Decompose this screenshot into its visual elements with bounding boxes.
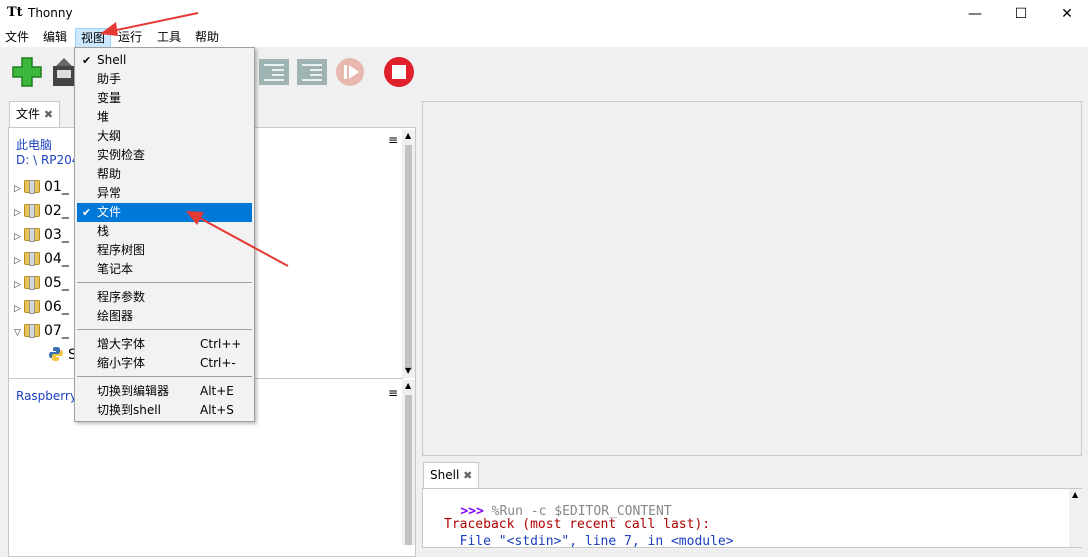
minimize-icon: — bbox=[968, 5, 982, 22]
expand-icon[interactable]: ▷ bbox=[14, 201, 24, 225]
menu-icon-lower[interactable]: ≡ bbox=[388, 386, 398, 400]
minimize-button[interactable]: — bbox=[952, 0, 998, 27]
resume-icon[interactable] bbox=[334, 56, 366, 88]
view-menu-help[interactable]: 帮助 bbox=[77, 165, 252, 184]
shell-panel[interactable]: >>> %Run -c $EDITOR_CONTENT Traceback (m… bbox=[422, 488, 1082, 549]
location-this-pc[interactable]: 此电脑 bbox=[16, 136, 52, 153]
check-icon: ✔ bbox=[82, 206, 92, 219]
remote-title[interactable]: Raspberry bbox=[16, 389, 77, 403]
scroll-up-icon[interactable]: ▲ bbox=[405, 381, 411, 390]
menu-file[interactable]: 文件 bbox=[0, 27, 34, 47]
tab-files[interactable]: 文件 ✖ bbox=[9, 101, 61, 127]
view-menu-decrease-font[interactable]: 缩小字体 Ctrl+- bbox=[77, 354, 252, 373]
folder-icon bbox=[24, 204, 40, 218]
shell-scrollbar[interactable]: ▲ bbox=[1069, 489, 1082, 547]
menu-separator bbox=[77, 282, 252, 283]
thonny-logo-icon: Tt bbox=[7, 5, 23, 20]
tab-files-label: 文件 bbox=[16, 107, 41, 121]
menu-icon[interactable]: ≡ bbox=[388, 133, 398, 147]
remote-scrollbar[interactable]: ▲ bbox=[402, 380, 415, 545]
window-title: Thonny bbox=[28, 6, 73, 20]
close-icon: ✕ bbox=[1061, 5, 1073, 22]
step-out-icon[interactable] bbox=[296, 56, 328, 88]
menu-run[interactable]: 运行 bbox=[113, 27, 147, 47]
scroll-down-icon[interactable]: ▼ bbox=[405, 366, 411, 375]
scroll-thumb[interactable] bbox=[405, 145, 412, 370]
view-menu-variables[interactable]: 变量 bbox=[77, 89, 252, 108]
menu-help[interactable]: 帮助 bbox=[190, 27, 224, 47]
expand-icon[interactable]: ▷ bbox=[14, 177, 24, 201]
menu-bar: 文件 编辑 视图 运行 工具 帮助 bbox=[0, 27, 1088, 48]
menu-separator bbox=[77, 329, 252, 330]
expand-icon[interactable]: ▷ bbox=[14, 273, 24, 297]
view-menu-assistant[interactable]: 助手 bbox=[77, 70, 252, 89]
view-menu-increase-font[interactable]: 增大字体 Ctrl++ bbox=[77, 335, 252, 354]
view-menu-notes[interactable]: 笔记本 bbox=[77, 260, 252, 279]
menu-view[interactable]: 视图 bbox=[75, 28, 112, 48]
close-button[interactable]: ✕ bbox=[1044, 0, 1088, 27]
scroll-up-icon[interactable]: ▲ bbox=[405, 131, 411, 140]
traceback-header: Traceback (most recent call last): bbox=[444, 517, 711, 532]
editor-area[interactable] bbox=[422, 101, 1082, 456]
collapse-icon[interactable]: ▽ bbox=[14, 321, 24, 345]
view-menu-focus-editor[interactable]: 切换到编辑器 Alt+E bbox=[77, 382, 252, 401]
maximize-button[interactable]: ☐ bbox=[998, 0, 1044, 27]
stop-icon[interactable] bbox=[383, 56, 415, 88]
maximize-icon: ☐ bbox=[1014, 5, 1028, 22]
view-menu-files[interactable]: ✔ 文件 bbox=[77, 203, 252, 222]
scroll-up-icon[interactable]: ▲ bbox=[1072, 490, 1078, 499]
folder-icon bbox=[24, 276, 40, 290]
menu-tools[interactable]: 工具 bbox=[152, 27, 186, 47]
new-file-icon[interactable] bbox=[11, 56, 43, 88]
folder-icon bbox=[24, 228, 40, 242]
folder-icon bbox=[24, 180, 40, 194]
location-path[interactable]: D: \ RP204 bbox=[16, 153, 79, 167]
tab-shell-label: Shell bbox=[430, 468, 460, 482]
expand-icon[interactable]: ▷ bbox=[14, 249, 24, 273]
title-bar: Tt Thonny — ☐ ✕ bbox=[0, 0, 1088, 27]
expand-icon[interactable]: ▷ bbox=[14, 225, 24, 249]
traceback-file-line: File "<stdin>", line 7, in <module> bbox=[444, 534, 734, 549]
folder-icon bbox=[24, 324, 40, 338]
check-icon: ✔ bbox=[82, 54, 92, 67]
view-menu-shell[interactable]: ✔ Shell bbox=[77, 51, 252, 70]
folder-icon bbox=[24, 300, 40, 314]
menu-edit[interactable]: 编辑 bbox=[38, 27, 72, 47]
menu-separator bbox=[77, 376, 252, 377]
view-menu-dropdown: ✔ Shell 助手 变量 堆 大纲 实例检查 帮助 异常 ✔ 文件 栈 程序树图 … bbox=[74, 47, 255, 422]
close-tab-icon[interactable]: ✖ bbox=[463, 469, 472, 482]
view-menu-heap[interactable]: 堆 bbox=[77, 108, 252, 127]
folder-icon bbox=[24, 252, 40, 266]
step-into-icon[interactable] bbox=[258, 56, 290, 88]
view-menu-plotter[interactable]: 绘图器 bbox=[77, 307, 252, 326]
view-menu-program-tree[interactable]: 程序树图 bbox=[77, 241, 252, 260]
view-menu-object-inspector[interactable]: 实例检查 bbox=[77, 146, 252, 165]
view-menu-exception[interactable]: 异常 bbox=[77, 184, 252, 203]
python-file-icon bbox=[49, 347, 63, 361]
expand-icon[interactable]: ▷ bbox=[14, 297, 24, 321]
close-tab-icon[interactable]: ✖ bbox=[44, 108, 53, 121]
view-menu-program-arguments[interactable]: 程序参数 bbox=[77, 288, 252, 307]
view-menu-focus-shell[interactable]: 切换到shell Alt+S bbox=[77, 401, 252, 420]
view-menu-outline[interactable]: 大纲 bbox=[77, 127, 252, 146]
scroll-thumb[interactable] bbox=[405, 395, 412, 545]
files-scrollbar[interactable]: ▲ ▼ bbox=[402, 130, 415, 378]
view-menu-stack[interactable]: 栈 bbox=[77, 222, 252, 241]
tab-shell[interactable]: Shell ✖ bbox=[423, 462, 480, 488]
